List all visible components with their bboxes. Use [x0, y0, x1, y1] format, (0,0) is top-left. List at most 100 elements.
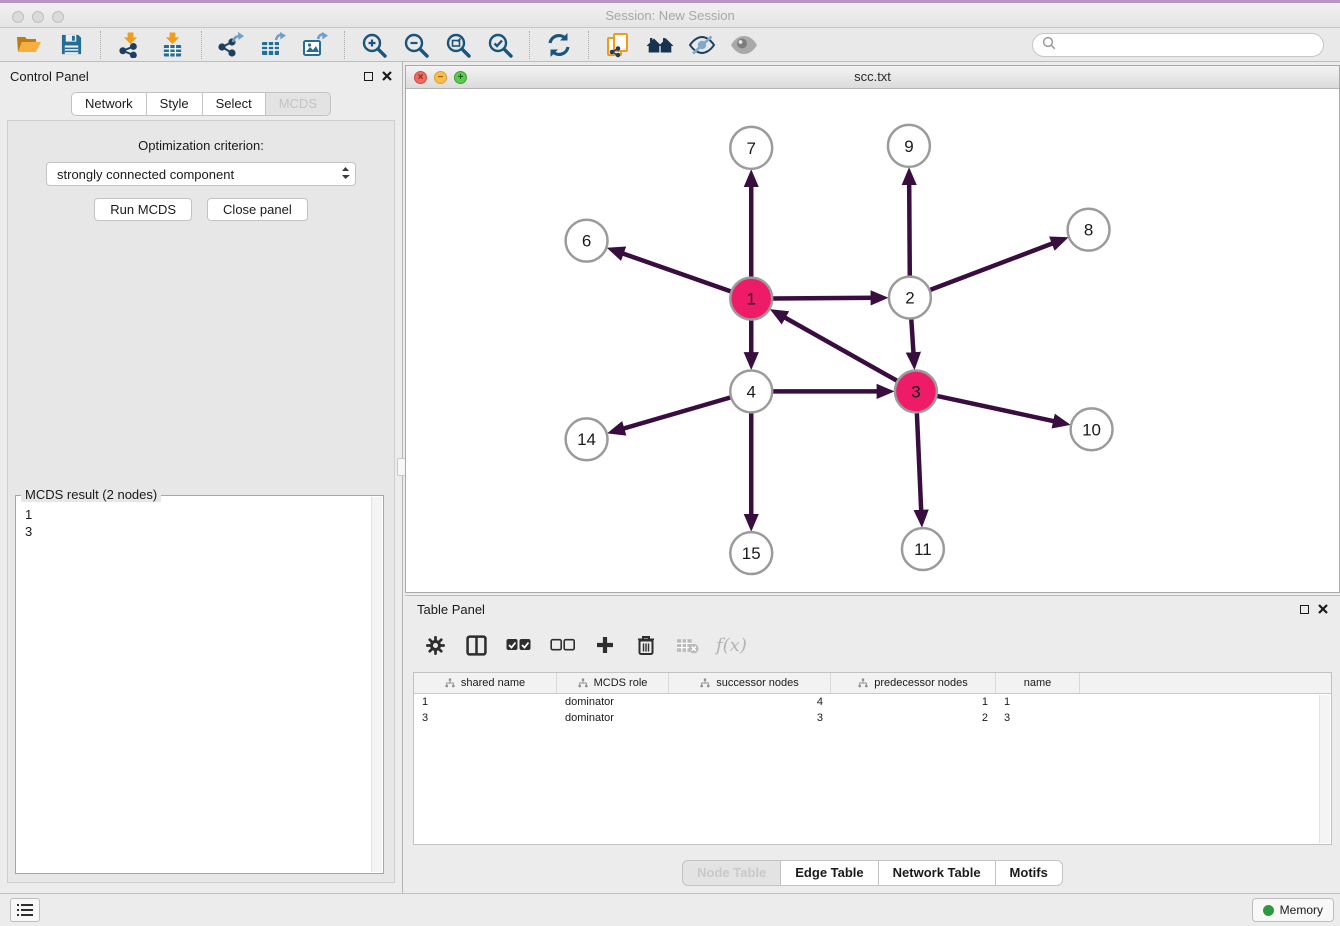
tab-network[interactable]: Network [71, 92, 147, 116]
save-session-icon[interactable] [54, 30, 88, 60]
network-window-titlebar[interactable]: × − + scc.txt [406, 66, 1339, 89]
cell-shared-name[interactable]: 1 [414, 696, 557, 708]
network-window-title: scc.txt [406, 66, 1339, 88]
network-close-button[interactable]: × [414, 71, 427, 84]
table-scrollbar[interactable] [1319, 695, 1330, 843]
float-panel-icon[interactable] [364, 72, 373, 81]
tab-mcds[interactable]: MCDS [266, 92, 331, 116]
cell-successor-nodes[interactable]: 4 [669, 696, 831, 708]
search-input[interactable] [1061, 37, 1314, 52]
graph-node-label: 15 [742, 544, 761, 563]
zoom-fit-icon[interactable] [441, 30, 475, 60]
cell-name[interactable]: 1 [996, 696, 1080, 708]
select-all-columns-icon[interactable] [505, 638, 532, 652]
column-header-predecessor-nodes[interactable]: predecessor nodes [831, 673, 996, 693]
tab-edge-table[interactable]: Edge Table [781, 860, 878, 886]
float-table-panel-icon[interactable] [1300, 605, 1309, 614]
graph-node-label: 11 [914, 540, 932, 559]
mcds-result-box: MCDS result (2 nodes) 1 3 [15, 495, 384, 874]
column-header-shared-name[interactable]: shared name [414, 673, 557, 693]
tab-motifs[interactable]: Motifs [996, 860, 1063, 886]
column-header-mcds-role[interactable]: MCDS role [557, 673, 669, 693]
graph-edge-3-1[interactable] [781, 315, 898, 381]
export-image-icon[interactable] [298, 30, 332, 60]
task-history-button[interactable] [10, 898, 40, 922]
network-graph: 7968124314101511 [406, 90, 1339, 592]
column-header-successor-nodes[interactable]: successor nodes [669, 673, 831, 693]
cell-predecessor-nodes[interactable]: 1 [831, 696, 996, 708]
criterion-value: strongly connected component [57, 167, 341, 182]
memory-button[interactable]: Memory [1252, 898, 1334, 922]
refresh-view-icon[interactable] [542, 30, 576, 60]
function-builder-icon: f(x) [716, 635, 747, 656]
table-settings-gear-icon[interactable] [423, 635, 447, 656]
node-table[interactable]: shared name MCDS role successor nodes pr… [413, 672, 1332, 845]
network-canvas[interactable]: 7968124314101511 [406, 90, 1339, 592]
search-field[interactable] [1032, 33, 1324, 57]
search-icon [1042, 36, 1056, 53]
graph-edge-2-3[interactable] [911, 319, 913, 358]
cell-predecessor-nodes[interactable]: 2 [831, 712, 996, 724]
import-table-icon[interactable] [155, 30, 189, 60]
mcds-result-title: MCDS result (2 nodes) [21, 487, 161, 502]
tab-network-table[interactable]: Network Table [879, 860, 996, 886]
control-panel-title: Control Panel [10, 69, 89, 84]
criterion-dropdown[interactable]: strongly connected component [46, 162, 356, 186]
result-line: 1 [25, 506, 374, 523]
cell-name[interactable]: 3 [996, 712, 1080, 724]
show-columns-icon[interactable] [464, 635, 488, 656]
graph-node-label: 7 [747, 139, 756, 158]
graph-edge-1-2[interactable] [772, 298, 876, 299]
graph-edge-2-8[interactable] [930, 242, 1057, 290]
close-panel-icon[interactable] [382, 69, 392, 84]
graph-edge-1-6[interactable] [619, 252, 732, 292]
graph-edge-3-11[interactable] [917, 412, 922, 515]
deselect-all-columns-icon[interactable] [549, 638, 576, 652]
cell-successor-nodes[interactable]: 3 [669, 712, 831, 724]
export-network-icon[interactable] [214, 30, 248, 60]
cell-mcds-role[interactable]: dominator [557, 696, 669, 708]
zoom-selected-icon[interactable] [483, 30, 517, 60]
show-all-icon[interactable] [727, 30, 761, 60]
table-row[interactable]: 3 dominator 3 2 3 [414, 710, 1331, 726]
network-zoom-button[interactable]: + [454, 71, 467, 84]
duplicate-network-icon[interactable] [601, 30, 635, 60]
network-minimize-button[interactable]: − [434, 71, 447, 84]
window-controls[interactable] [12, 11, 64, 23]
cell-shared-name[interactable]: 3 [414, 712, 557, 724]
close-window-button[interactable] [12, 11, 24, 23]
zoom-in-icon[interactable] [357, 30, 391, 60]
zoom-out-icon[interactable] [399, 30, 433, 60]
run-mcds-button[interactable]: Run MCDS [94, 198, 192, 221]
graph-node-label: 14 [577, 430, 596, 449]
add-column-icon[interactable] [593, 636, 617, 654]
close-panel-button[interactable]: Close panel [207, 198, 308, 221]
open-session-icon[interactable] [12, 30, 46, 60]
graph-edge-4-14[interactable] [619, 397, 731, 430]
tab-node-table[interactable]: Node Table [682, 860, 781, 886]
tab-select[interactable]: Select [203, 92, 266, 116]
cell-mcds-role[interactable]: dominator [557, 712, 669, 724]
graph-edge-3-10[interactable] [936, 396, 1058, 422]
table-row[interactable]: 1 dominator 4 1 1 [414, 694, 1331, 710]
home-icon[interactable] [643, 30, 677, 60]
table-header-row: shared name MCDS role successor nodes pr… [414, 673, 1331, 694]
close-table-panel-icon[interactable] [1318, 602, 1328, 617]
tab-style[interactable]: Style [147, 92, 203, 116]
sort-icon [578, 678, 588, 688]
column-header-name[interactable]: name [996, 673, 1080, 693]
toolbar-separator [529, 31, 530, 59]
mcds-panel: Optimization criterion: strongly connect… [7, 120, 395, 883]
minimize-window-button[interactable] [32, 11, 44, 23]
toolbar-separator [100, 31, 101, 59]
graph-edge-2-9[interactable] [909, 180, 910, 277]
result-scrollbar[interactable] [371, 497, 382, 872]
mcds-result-list[interactable]: 1 3 [16, 496, 383, 550]
delete-column-trash-icon[interactable] [634, 635, 658, 656]
import-network-icon[interactable] [113, 30, 147, 60]
optimization-criterion-label: Optimization criterion: [8, 138, 394, 153]
export-table-icon[interactable] [256, 30, 290, 60]
hide-selected-icon[interactable] [685, 30, 719, 60]
maximize-window-button[interactable] [52, 11, 64, 23]
result-line: 3 [25, 523, 374, 540]
